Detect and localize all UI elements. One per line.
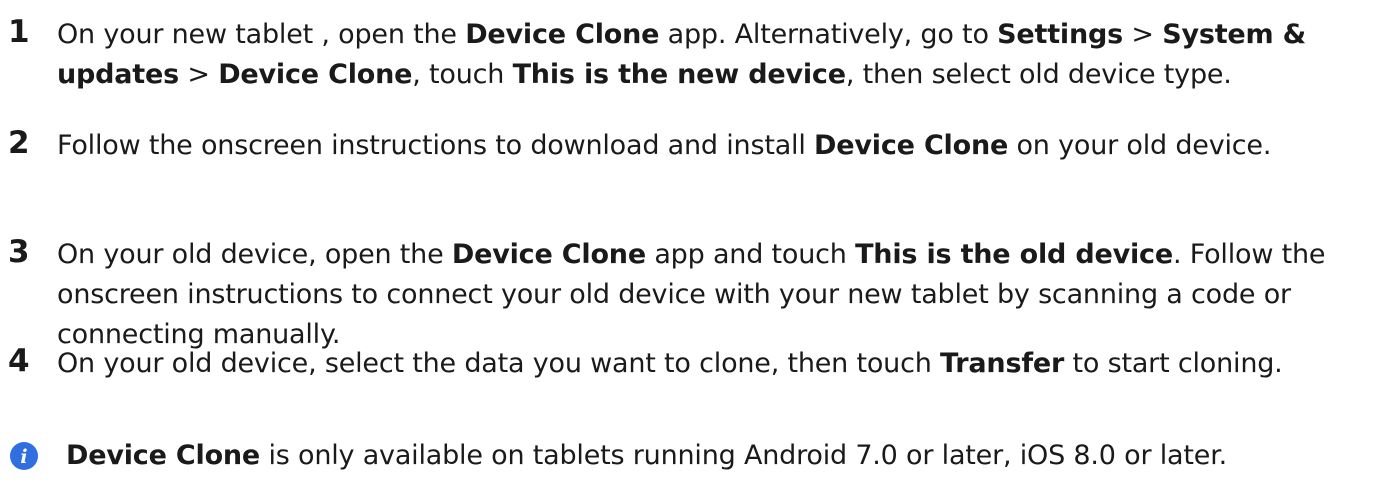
- bold-term: Device Clone: [218, 59, 413, 90]
- bold-term: Device Clone: [814, 130, 1009, 161]
- instruction-document: 1 On your new tablet , open the Device C…: [0, 0, 1380, 486]
- step-text: Follow the onscreen instructions to down…: [57, 126, 1366, 166]
- step-number: 3: [8, 234, 30, 270]
- bold-term: Device Clone: [465, 19, 660, 50]
- step-text: On your new tablet , open the Device Clo…: [57, 15, 1366, 95]
- text-run: On your old device, open the: [57, 239, 452, 270]
- text-run: , then select old device type.: [845, 59, 1232, 90]
- bold-term: Device Clone: [66, 440, 261, 471]
- bold-term: This is the new device: [512, 59, 846, 90]
- svg-text:i: i: [20, 446, 27, 468]
- text-run: is only available on tablets running And…: [260, 440, 1227, 471]
- text-run: app. Alternatively, go to: [659, 19, 998, 50]
- step-number: 1: [8, 14, 30, 50]
- bold-term: Device Clone: [451, 239, 646, 270]
- text-run: , touch: [412, 59, 513, 90]
- text-run: Follow the onscreen instructions to down…: [57, 130, 815, 161]
- step-text: On your old device, open the Device Clon…: [57, 235, 1366, 355]
- text-run: >: [1123, 19, 1163, 50]
- text-run: On your new tablet , open the: [57, 19, 466, 50]
- note-text: Device Clone is only available on tablet…: [66, 436, 1366, 476]
- text-run: to start cloning.: [1064, 348, 1283, 379]
- text-run: app and touch: [645, 239, 856, 270]
- step-text: On your old device, select the data you …: [57, 344, 1366, 384]
- text-run: on your old device.: [1008, 130, 1272, 161]
- bold-term: Transfer: [940, 348, 1065, 379]
- text-run: On your old device, select the data you …: [57, 348, 941, 379]
- info-note: i Device Clone is only available on tabl…: [0, 433, 1380, 479]
- text-run: >: [179, 59, 219, 90]
- step-number: 2: [8, 125, 30, 161]
- info-icon: i: [10, 442, 38, 470]
- bold-term: Settings: [997, 19, 1123, 50]
- bold-term: This is the old device: [855, 239, 1173, 270]
- step-number: 4: [8, 343, 30, 379]
